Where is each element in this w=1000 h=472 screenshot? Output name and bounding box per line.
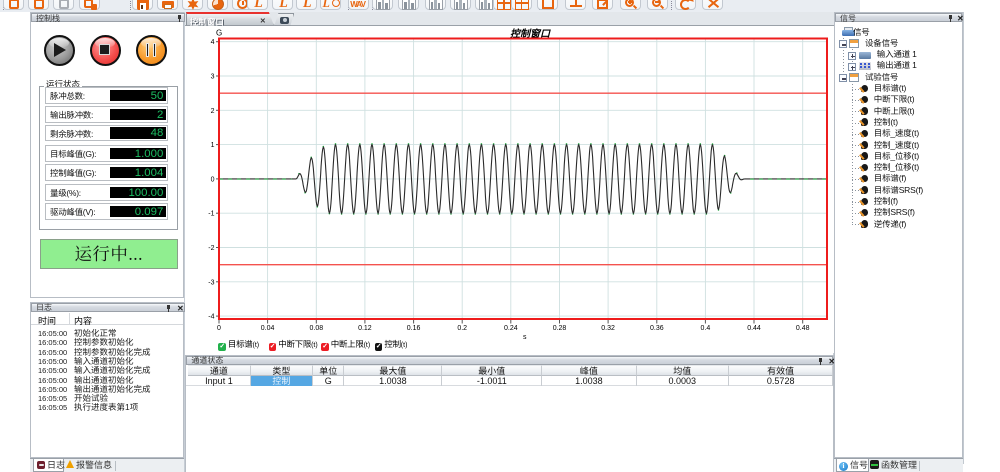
svg-text:0.28: 0.28	[553, 325, 567, 332]
svg-text:-2: -2	[208, 245, 214, 252]
svg-text:0: 0	[211, 176, 215, 183]
svg-text:4: 4	[211, 39, 215, 46]
svg-text:0.48: 0.48	[796, 325, 810, 332]
svg-text:-1: -1	[208, 210, 214, 217]
svg-text:0: 0	[217, 325, 221, 332]
svg-text:0.24: 0.24	[504, 325, 518, 332]
svg-text:-3: -3	[208, 279, 214, 286]
svg-text:0.12: 0.12	[358, 325, 372, 332]
svg-text:0.4: 0.4	[701, 325, 711, 332]
svg-text:0.44: 0.44	[747, 325, 761, 332]
svg-text:0.16: 0.16	[407, 325, 421, 332]
svg-text:0.04: 0.04	[261, 325, 275, 332]
svg-text:s: s	[523, 334, 527, 341]
svg-text:3: 3	[211, 73, 215, 80]
svg-text:G: G	[216, 28, 222, 37]
svg-text:-4: -4	[208, 313, 214, 320]
svg-text:0.08: 0.08	[309, 325, 323, 332]
svg-text:0.32: 0.32	[601, 325, 615, 332]
svg-text:0.36: 0.36	[650, 325, 664, 332]
svg-text:1: 1	[211, 142, 215, 149]
svg-text:2: 2	[211, 107, 215, 114]
svg-text:0.2: 0.2	[457, 325, 467, 332]
